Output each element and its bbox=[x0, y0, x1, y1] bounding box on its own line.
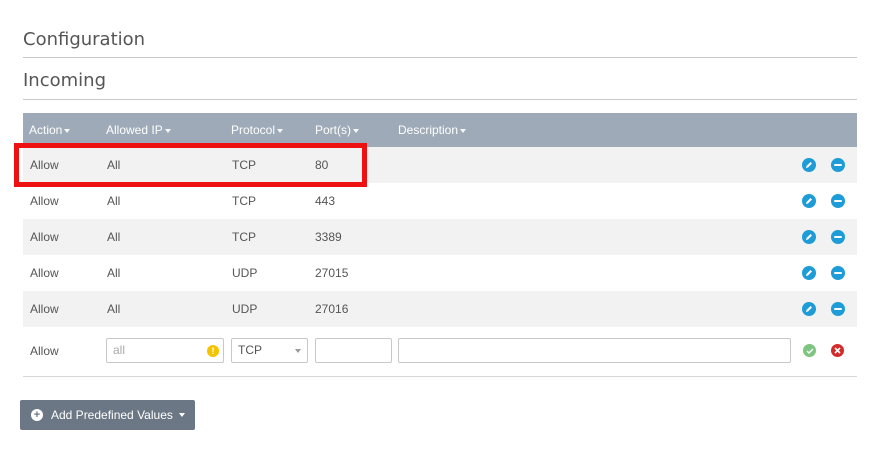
protocol-select[interactable]: TCP bbox=[231, 338, 308, 363]
check-icon[interactable] bbox=[803, 344, 816, 357]
minus-icon[interactable] bbox=[831, 266, 845, 280]
table-row: Allow All UDP 27016 bbox=[23, 291, 857, 327]
row-protocol: UDP bbox=[232, 302, 258, 316]
sort-caret-icon bbox=[64, 128, 71, 133]
column-header-allowed-ip[interactable]: Allowed IP bbox=[106, 113, 171, 147]
close-icon[interactable] bbox=[831, 344, 844, 357]
table-header: Action Allowed IP Protocol Port(s) Descr… bbox=[23, 113, 857, 147]
add-predefined-values-label: Add Predefined Values bbox=[51, 408, 173, 422]
row-action: Allow bbox=[30, 266, 59, 280]
chevron-down-icon bbox=[295, 349, 301, 353]
row-protocol: TCP bbox=[232, 230, 256, 244]
row-action: Allow bbox=[30, 194, 59, 208]
row-port: 3389 bbox=[315, 230, 342, 244]
minus-icon[interactable] bbox=[831, 194, 845, 208]
sort-caret-icon bbox=[164, 128, 171, 133]
column-header-ports[interactable]: Port(s) bbox=[315, 113, 359, 147]
table-row: Allow All UDP 27015 bbox=[23, 255, 857, 291]
row-allowed-ip: All bbox=[107, 230, 121, 244]
sort-caret-icon bbox=[460, 128, 467, 133]
pencil-icon[interactable] bbox=[802, 158, 816, 172]
protocol-select-value: TCP bbox=[238, 343, 262, 357]
row-protocol: UDP bbox=[232, 266, 258, 280]
sort-caret-icon bbox=[277, 128, 284, 133]
row-port: 443 bbox=[315, 194, 336, 208]
pencil-icon[interactable] bbox=[802, 194, 816, 208]
new-rule-row: Allow all ! TCP bbox=[23, 327, 857, 377]
sort-caret-icon bbox=[353, 128, 359, 133]
row-action: Allow bbox=[30, 302, 59, 316]
highlight-box bbox=[14, 143, 367, 187]
minus-icon[interactable] bbox=[831, 230, 845, 244]
new-rule-action: Allow bbox=[30, 344, 59, 358]
allowed-ip-input[interactable]: all ! bbox=[106, 338, 224, 363]
row-allowed-ip: All bbox=[107, 302, 121, 316]
row-action: Allow bbox=[30, 230, 59, 244]
incoming-divider bbox=[23, 99, 857, 100]
minus-icon[interactable] bbox=[831, 302, 845, 316]
pencil-icon[interactable] bbox=[802, 230, 816, 244]
warning-icon: ! bbox=[207, 345, 219, 357]
table-row: Allow All TCP 443 bbox=[23, 183, 857, 219]
row-port: 27016 bbox=[315, 302, 349, 316]
configuration-divider bbox=[23, 57, 857, 58]
column-header-description[interactable]: Description bbox=[398, 113, 467, 147]
incoming-title: Incoming bbox=[23, 70, 106, 91]
add-predefined-values-button[interactable]: + Add Predefined Values bbox=[20, 400, 195, 430]
caret-down-icon bbox=[178, 413, 185, 417]
description-input[interactable] bbox=[398, 338, 791, 363]
column-header-protocol[interactable]: Protocol bbox=[231, 113, 284, 147]
allowed-ip-placeholder: all bbox=[113, 343, 126, 357]
column-header-action[interactable]: Action bbox=[29, 113, 71, 147]
row-allowed-ip: All bbox=[107, 266, 121, 280]
row-port: 27015 bbox=[315, 266, 349, 280]
row-allowed-ip: All bbox=[107, 194, 121, 208]
plus-icon: + bbox=[31, 409, 43, 421]
port-input[interactable] bbox=[315, 338, 392, 363]
configuration-title: Configuration bbox=[23, 29, 146, 50]
minus-icon[interactable] bbox=[831, 158, 845, 172]
pencil-icon[interactable] bbox=[802, 266, 816, 280]
pencil-icon[interactable] bbox=[802, 302, 816, 316]
row-protocol: TCP bbox=[232, 194, 256, 208]
table-row: Allow All TCP 3389 bbox=[23, 219, 857, 255]
